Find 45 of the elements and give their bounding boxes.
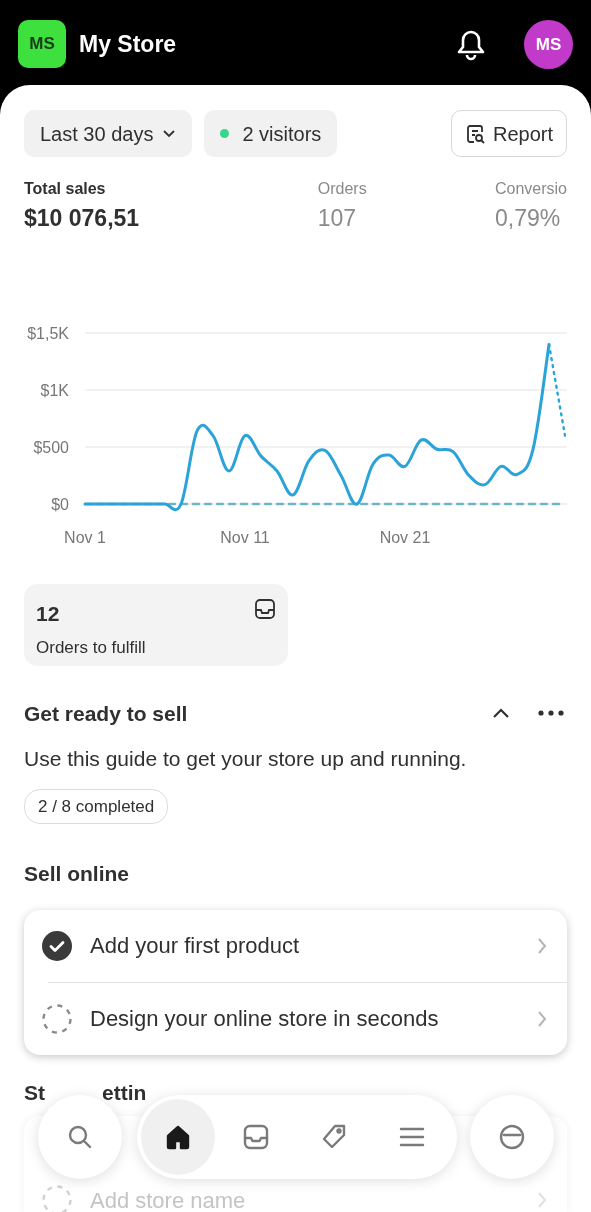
report-icon (464, 122, 487, 145)
chevron-right-icon (537, 936, 547, 955)
more-options-icon[interactable] (538, 710, 564, 717)
y-axis-label: $0 (51, 495, 69, 513)
home-icon (164, 1123, 192, 1151)
orders-to-fulfill-card[interactable]: 12 Orders to fulfill (24, 583, 288, 666)
store-logo: MS (18, 20, 66, 68)
y-axis-label: $500 (33, 438, 69, 456)
y-axis-label: $1K (40, 381, 69, 399)
report-button[interactable]: Report (450, 110, 567, 157)
progress-badge: 2 / 8 completed (24, 788, 169, 824)
metric-value: 0,79% (494, 204, 562, 233)
metric-value: $10 076,51 (24, 204, 141, 233)
x-axis-label: Nov 11 (220, 528, 270, 546)
tag-icon (320, 1123, 348, 1151)
date-range-dropdown[interactable]: Last 30 days (24, 110, 193, 157)
chevron-right-icon (537, 1009, 547, 1028)
x-axis-label: Nov 1 (64, 528, 106, 546)
section-title: ettin (102, 1079, 147, 1106)
collapse-caret-icon[interactable] (492, 707, 510, 720)
section-title: Sell online (24, 861, 130, 887)
metric-label: Orders (317, 179, 368, 199)
notification-bell-icon[interactable] (456, 29, 486, 61)
metric-label: Total sales (24, 179, 107, 199)
visitors-button[interactable]: 2 visitors (204, 110, 338, 157)
metric-label: Conversio (494, 179, 567, 199)
task-item[interactable]: Add your first product (24, 909, 567, 982)
search-icon (66, 1123, 94, 1151)
user-avatar[interactable]: MS (524, 20, 573, 69)
x-axis-label: Nov 21 (379, 528, 431, 546)
chevron-right-icon (537, 1191, 547, 1209)
section-title: St (24, 1079, 45, 1106)
orders-count: 12 (36, 600, 61, 627)
task-item[interactable]: Design your online store in seconds (24, 982, 567, 1055)
y-axis-label: $1,5K (27, 324, 69, 342)
metric-value: 107 (317, 204, 358, 233)
chevron-down-icon (162, 129, 177, 138)
inbox-icon (254, 597, 276, 620)
store-name: My Store (79, 30, 177, 59)
section-title: Get ready to sell (24, 700, 188, 727)
nav-button[interactable] (141, 1099, 215, 1175)
inbox-icon (242, 1123, 270, 1151)
guide-description: Use this guide to get your store up and running. (24, 746, 468, 772)
orders-label: Orders to fulfill (36, 637, 146, 659)
circle-icon (498, 1123, 526, 1151)
